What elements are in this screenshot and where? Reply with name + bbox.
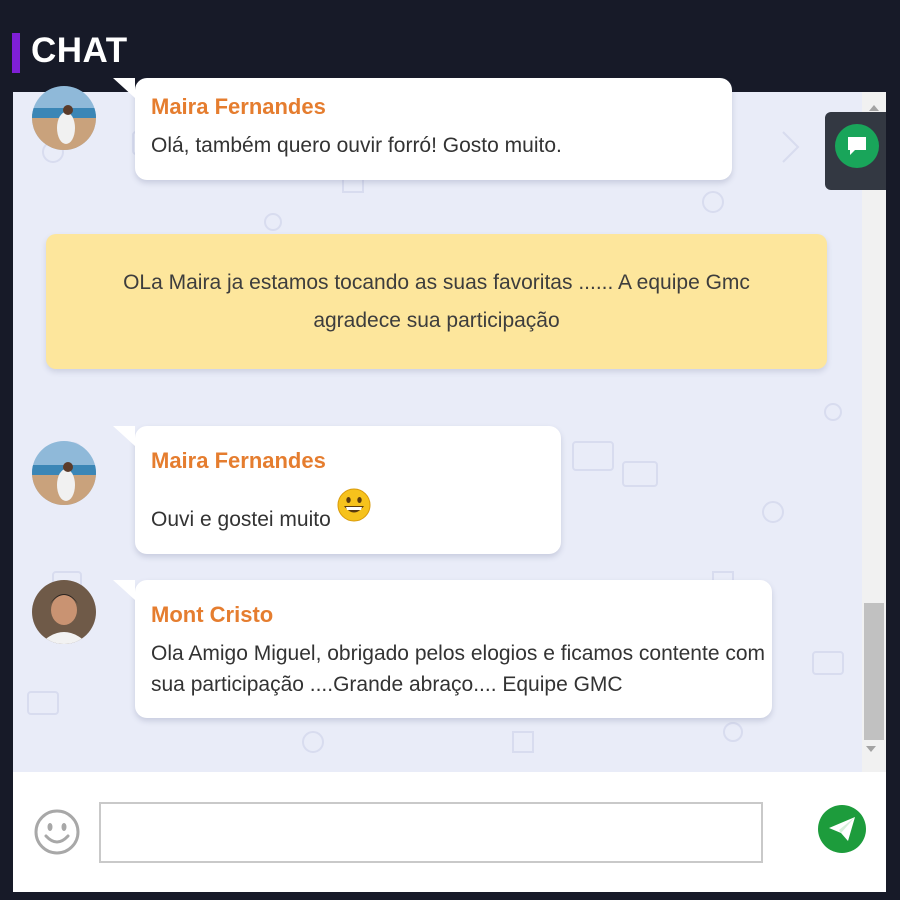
scrollbar-thumb[interactable] [864,603,884,740]
paper-plane-icon [829,817,855,841]
system-message-text: OLa Maira ja estamos tocando as suas fav… [46,264,827,340]
beach-avatar-icon [32,441,96,505]
chat-bubble-icon [848,137,866,155]
avatar [32,441,96,505]
sender-name: Maira Fernandes [151,448,326,473]
scroll-up-arrow-icon[interactable] [869,105,879,111]
grinning-face-icon [337,488,371,522]
message-text: Ouvi e gostei muito [151,508,331,531]
avatar [32,580,96,644]
system-message: OLa Maira ja estamos tocando as suas fav… [46,234,827,369]
message-bubble: Maira Fernandes Ouvi e gostei muito [113,426,561,554]
scroll-down-arrow-icon[interactable] [866,746,876,752]
smiley-icon[interactable] [33,803,81,861]
message-text: Olá, também quero ouvir forró! Gosto mui… [151,134,562,157]
sender-name: Mont Cristo [151,602,274,627]
avatar [32,86,96,150]
chat-title: CHAT [31,31,128,70]
title-accent-bar [12,33,20,73]
system-message-line: agradece sua participação [313,309,560,332]
beach-avatar-icon [32,86,96,150]
message-text: Ola Amigo Miguel, obrigado pelos elogios… [151,642,766,665]
system-message-line: OLa Maira ja estamos tocando as suas fav… [123,271,750,294]
message-text: sua participação ....Grande abraço.... E… [151,673,623,696]
sender-name: Maira Fernandes [151,94,326,119]
chat-toggle-circle[interactable] [835,124,879,168]
man-avatar-icon [32,580,96,644]
message-bubble: Mont Cristo Ola Amigo Miguel, obrigado p… [113,580,772,718]
send-button[interactable] [818,805,866,853]
message-input[interactable] [99,802,763,863]
message-bubble: Maira Fernandes Olá, também quero ouvir … [113,78,732,180]
